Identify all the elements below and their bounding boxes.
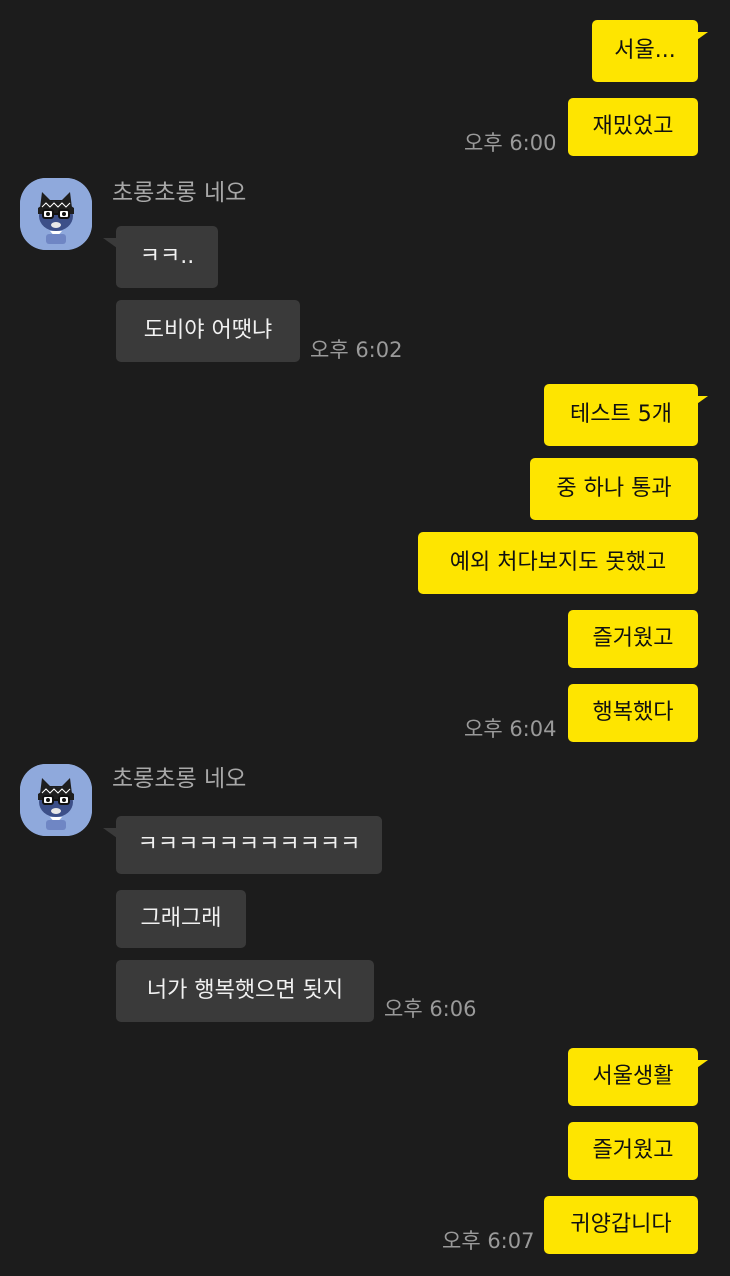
other-message-bubble[interactable]: ㅋㅋㅋㅋㅋㅋㅋㅋㅋㅋㅋ xyxy=(116,816,382,874)
my-message-bubble[interactable]: 귀양갑니다 xyxy=(544,1196,698,1254)
neo-cat-avatar-icon[interactable] xyxy=(20,764,92,836)
message-text: 예외 처다보지도 못했고 xyxy=(449,550,667,575)
message-text: 너가 행복햇으면 됫지 xyxy=(146,978,344,1003)
timestamp: 오후 6:04 xyxy=(464,717,557,741)
message-text: 도비야 어땟냐 xyxy=(143,318,273,343)
message-text: 서울... xyxy=(614,38,676,63)
other-message-bubble[interactable]: 도비야 어땟냐 xyxy=(116,300,300,362)
message-text: 중 하나 통과 xyxy=(556,476,672,501)
my-message-bubble[interactable]: 즐거웠고 xyxy=(568,1122,698,1180)
neo-cat-avatar-icon[interactable] xyxy=(20,178,92,250)
my-message-bubble[interactable]: 예외 처다보지도 못했고 xyxy=(418,532,698,594)
message-text: ㅋㅋ.. xyxy=(139,244,195,269)
other-message-bubble[interactable]: ㅋㅋ.. xyxy=(116,226,218,288)
message-text: 귀양갑니다 xyxy=(570,1212,672,1237)
message-text: 테스트 5개 xyxy=(570,402,672,427)
bubble-tail xyxy=(103,238,117,248)
message-text: 행복했다 xyxy=(592,700,674,725)
message-text: ㅋㅋㅋㅋㅋㅋㅋㅋㅋㅋㅋ xyxy=(137,832,361,857)
my-message-bubble[interactable]: 서울생활 xyxy=(568,1048,698,1106)
message-text: 즐거웠고 xyxy=(592,1138,674,1163)
timestamp: 오후 6:02 xyxy=(310,338,403,362)
my-message-bubble[interactable]: 즐거웠고 xyxy=(568,610,698,668)
message-text: 그래그래 xyxy=(140,906,222,931)
other-message-bubble[interactable]: 그래그래 xyxy=(116,890,246,948)
sender-name: 초롱초롱 네오 xyxy=(112,766,247,792)
my-message-bubble[interactable]: 테스트 5개 xyxy=(544,384,698,446)
my-message-bubble[interactable]: 재밌었고 xyxy=(568,98,698,156)
my-message-bubble[interactable]: 중 하나 통과 xyxy=(530,458,698,520)
message-text: 서울생활 xyxy=(592,1064,674,1089)
timestamp: 오후 6:07 xyxy=(442,1229,535,1253)
my-message-bubble[interactable]: 서울... xyxy=(592,20,698,82)
timestamp: 오후 6:00 xyxy=(464,131,557,155)
my-message-bubble[interactable]: 행복했다 xyxy=(568,684,698,742)
bubble-tail xyxy=(103,828,117,838)
sender-name: 초롱초롱 네오 xyxy=(112,180,247,206)
message-text: 즐거웠고 xyxy=(592,626,674,651)
message-text: 재밌었고 xyxy=(592,114,674,139)
other-message-bubble[interactable]: 너가 행복햇으면 됫지 xyxy=(116,960,374,1022)
timestamp: 오후 6:06 xyxy=(384,997,477,1021)
